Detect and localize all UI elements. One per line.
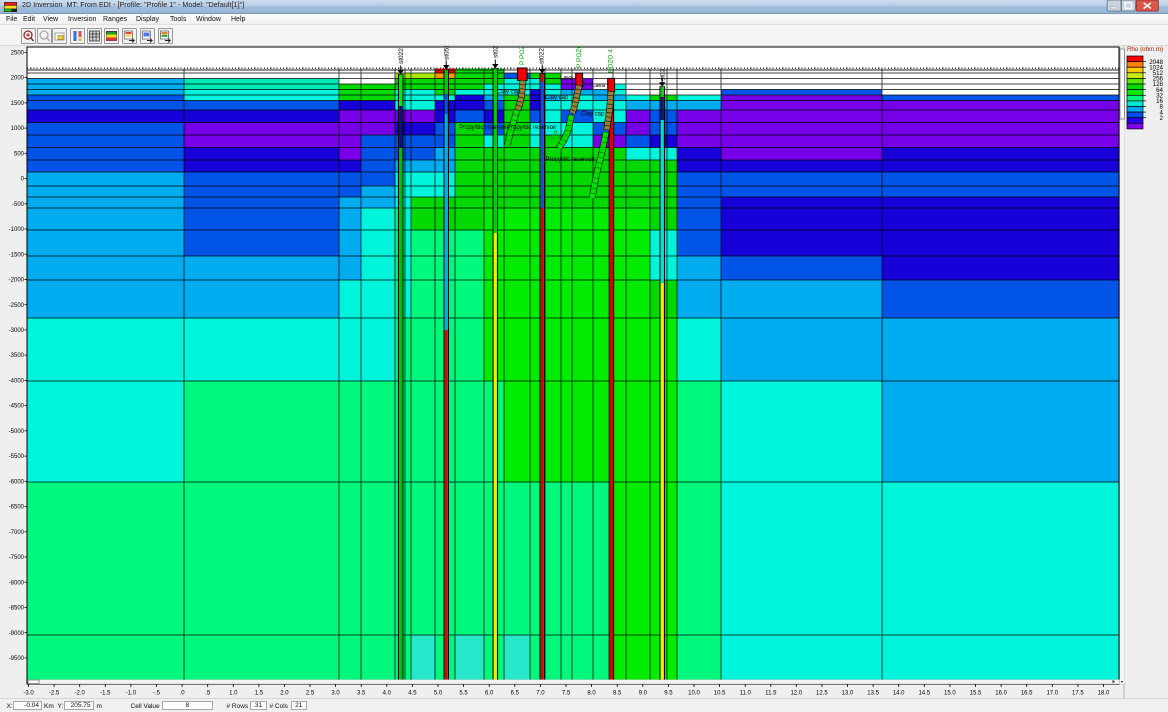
svg-text:6.0: 6.0	[485, 691, 494, 697]
svg-text:13.5: 13.5	[867, 691, 879, 697]
svg-text:POZO 4: POZO 4	[608, 49, 615, 73]
svg-text:P POZO: P POZO	[576, 44, 583, 68]
svg-text:-8500: -8500	[9, 606, 25, 612]
svg-text:-2.0: -2.0	[75, 691, 86, 697]
svg-text:st022: st022	[539, 48, 546, 64]
svg-text:5.5: 5.5	[459, 691, 468, 697]
svg-text:-5500: -5500	[9, 454, 25, 460]
svg-text:-5000: -5000	[9, 429, 25, 435]
svg-text:11.0: 11.0	[740, 691, 752, 697]
svg-text:Clay cap: Clay cap	[545, 95, 569, 101]
svg-text:-1000: -1000	[9, 227, 25, 233]
svg-text:16.0: 16.0	[995, 691, 1007, 697]
svg-text:9.0: 9.0	[639, 691, 648, 697]
svg-text:-6500: -6500	[9, 505, 25, 511]
svg-text:13.0: 13.0	[842, 691, 854, 697]
svg-text:Clay cap: Clay cap	[497, 89, 521, 95]
svg-text:7.0: 7.0	[536, 691, 545, 697]
svg-text:-7000: -7000	[9, 530, 25, 536]
svg-text:st03: st03	[660, 68, 667, 81]
svg-text:-4500: -4500	[9, 404, 25, 410]
svg-text:-3.0: -3.0	[23, 691, 34, 697]
svg-text:-3500: -3500	[9, 353, 25, 359]
svg-text:14.0: 14.0	[893, 691, 905, 697]
svg-text:5.0: 5.0	[434, 691, 443, 697]
svg-text:3.0: 3.0	[331, 691, 340, 697]
svg-text:2500: 2500	[11, 51, 25, 57]
svg-text:1.0: 1.0	[229, 691, 238, 697]
svg-text:2.0: 2.0	[280, 691, 289, 697]
svg-text:-9000: -9000	[9, 631, 25, 637]
svg-text:-7500: -7500	[9, 555, 25, 561]
svg-text:17.0: 17.0	[1046, 691, 1058, 697]
svg-text:500: 500	[14, 151, 25, 157]
svg-text:15.0: 15.0	[944, 691, 956, 697]
svg-text:-2000: -2000	[9, 278, 25, 284]
svg-text:.5: .5	[205, 691, 211, 697]
svg-text:6.5: 6.5	[511, 691, 520, 697]
svg-text:12.5: 12.5	[816, 691, 828, 697]
svg-text:12.0: 12.0	[790, 691, 802, 697]
svg-text:9.5: 9.5	[664, 691, 673, 697]
svg-text:-3000: -3000	[9, 328, 25, 334]
svg-text:-8000: -8000	[9, 580, 25, 586]
svg-text:4.5: 4.5	[408, 691, 417, 697]
svg-text:4.0: 4.0	[383, 691, 392, 697]
svg-text:8.5: 8.5	[613, 691, 622, 697]
svg-text:-1500: -1500	[9, 252, 25, 258]
svg-text:Propylitic reservoir: Propylitic reservoir	[507, 125, 556, 131]
svg-text:17.5: 17.5	[1072, 691, 1084, 697]
svg-text:7.5: 7.5	[562, 691, 571, 697]
svg-text:1000: 1000	[11, 126, 25, 132]
svg-text:14.5: 14.5	[918, 691, 930, 697]
svg-text:10.0: 10.0	[688, 691, 700, 697]
svg-text:Rho (ohm.m): Rho (ohm.m)	[1127, 46, 1163, 53]
svg-text:st022: st022	[398, 48, 405, 64]
svg-text:-4000: -4000	[9, 379, 25, 385]
svg-text:-500: -500	[12, 202, 25, 208]
svg-text:.0: .0	[180, 691, 186, 697]
svg-text:2: 2	[1160, 115, 1164, 122]
svg-text:-2500: -2500	[9, 303, 25, 309]
svg-text:11.5: 11.5	[765, 691, 777, 697]
svg-text:18.0: 18.0	[1098, 691, 1110, 697]
svg-text:-1.0: -1.0	[126, 691, 137, 697]
svg-text:2.5: 2.5	[306, 691, 315, 697]
svg-text:Propylitic reservoir: Propylitic reservoir	[546, 157, 595, 163]
svg-text:2000: 2000	[11, 76, 25, 82]
svg-text:Clay cap: Clay cap	[581, 112, 605, 118]
svg-text:Lava: Lava	[560, 75, 574, 81]
svg-text:-6000: -6000	[9, 479, 25, 485]
svg-text:1500: 1500	[11, 101, 25, 107]
svg-text:3.5: 3.5	[357, 691, 366, 697]
svg-text:st051: st051	[444, 44, 451, 60]
svg-text:15.5: 15.5	[970, 691, 982, 697]
svg-text:-2.5: -2.5	[49, 691, 60, 697]
svg-text:-9500: -9500	[9, 656, 25, 662]
svg-text:16.5: 16.5	[1021, 691, 1033, 697]
svg-text:1.5: 1.5	[255, 691, 264, 697]
svg-text:Propylitic reservoir: Propylitic reservoir	[459, 125, 508, 131]
svg-text:-.5: -.5	[153, 691, 161, 697]
svg-text:10.5: 10.5	[714, 691, 726, 697]
svg-text:-1.5: -1.5	[100, 691, 111, 697]
svg-text:8.0: 8.0	[587, 691, 596, 697]
svg-text:Lava: Lava	[592, 83, 606, 89]
